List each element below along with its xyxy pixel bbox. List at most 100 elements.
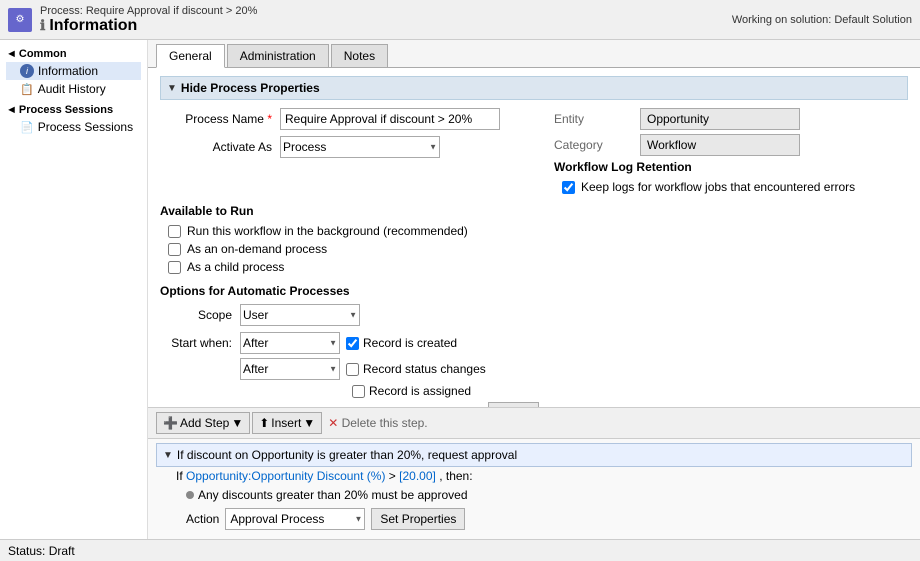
section-header-text: Hide Process Properties — [181, 81, 320, 95]
action-select[interactable]: Approval Process — [225, 508, 365, 530]
insert-button[interactable]: ⬆ Insert ▼ — [252, 412, 322, 434]
run-bg-checkbox[interactable] — [168, 225, 181, 238]
sidebar-process-sessions-item-label: Process Sessions — [38, 120, 133, 134]
add-step-button[interactable]: ➕ Add Step ▼ — [156, 412, 250, 434]
add-step-label: Add Step — [180, 416, 229, 430]
insert-icon: ⬆ — [259, 416, 269, 430]
keep-logs-checkbox[interactable] — [562, 181, 575, 194]
start-when-row-2: After Record status changes — [160, 358, 908, 380]
sub-step-text: Any discounts greater than 20% must be a… — [198, 488, 468, 502]
on-demand-label: As an on-demand process — [187, 242, 327, 256]
header-left: ⚙ Process: Require Approval if discount … — [8, 5, 257, 35]
after-select-wrapper-1: After — [240, 332, 340, 354]
header-process-name: Process: Require Approval if discount > … — [40, 5, 257, 17]
options-section: Options for Automatic Processes Scope Us… — [160, 284, 908, 407]
options-title: Options for Automatic Processes — [160, 284, 908, 298]
process-name-row: Process Name — [160, 108, 514, 130]
status-label: Status: Draft — [8, 544, 75, 558]
process-name-input[interactable] — [280, 108, 500, 130]
form-content: ▼ Hide Process Properties Process Name A… — [148, 68, 920, 407]
form-two-col: Process Name Activate As Process — [160, 108, 908, 196]
record-status-label: Record status changes — [363, 362, 486, 376]
action-label: Action — [186, 512, 219, 526]
workflow-step-1: ▼ If discount on Opportunity is greater … — [156, 443, 912, 533]
condition-suffix: , then: — [439, 469, 472, 483]
workflow-step-text: If discount on Opportunity is greater th… — [177, 448, 517, 462]
process-name-label: Process Name — [160, 112, 280, 126]
scope-row: Scope User — [160, 304, 908, 326]
sidebar-process-sessions-section: ◄ Process Sessions 📄 Process Sessions — [0, 100, 147, 138]
scope-select[interactable]: User — [240, 304, 360, 326]
workflow-toolbar: ➕ Add Step ▼ ⬆ Insert ▼ ✕ Delete this st… — [148, 408, 920, 439]
header: ⚙ Process: Require Approval if discount … — [0, 0, 920, 40]
category-value: Workflow — [640, 134, 800, 156]
record-assigned-checkbox[interactable] — [352, 385, 365, 398]
insert-label: Insert — [271, 416, 301, 430]
after-select-wrapper-2: After — [240, 358, 340, 380]
tab-notes[interactable]: Notes — [331, 44, 388, 67]
entity-row: Entity Opportunity — [554, 108, 908, 130]
workflow-step-header[interactable]: ▼ If discount on Opportunity is greater … — [156, 443, 912, 467]
activate-as-select[interactable]: Process — [280, 136, 440, 158]
workflow-area: ➕ Add Step ▼ ⬆ Insert ▼ ✕ Delete this st… — [148, 407, 920, 539]
sidebar-item-audit-history[interactable]: 📋 Audit History — [6, 80, 141, 98]
delete-label: Delete this step. — [342, 416, 428, 430]
workflow-steps: ▼ If discount on Opportunity is greater … — [148, 439, 920, 539]
audit-history-icon: 📋 — [20, 83, 34, 96]
process-sessions-arrow-icon: ◄ — [6, 104, 17, 116]
step-arrow-icon: ▼ — [163, 450, 173, 461]
workflow-log-title: Workflow Log Retention — [554, 160, 908, 174]
insert-arrow-icon: ▼ — [303, 416, 315, 430]
tab-administration[interactable]: Administration — [227, 44, 329, 67]
status-bar: Status: Draft — [0, 539, 920, 561]
common-arrow-icon: ◄ — [6, 48, 17, 60]
workflow-condition: If Opportunity:Opportunity Discount (%) … — [156, 467, 912, 485]
information-icon: i — [20, 64, 34, 78]
add-step-icon: ➕ — [163, 416, 178, 430]
sidebar-process-sessions-label: Process Sessions — [19, 104, 113, 116]
category-row: Category Workflow — [554, 134, 908, 156]
tab-general[interactable]: General — [156, 44, 225, 68]
activate-as-label: Activate As — [160, 140, 280, 154]
sidebar-common-title: ◄ Common — [6, 48, 141, 60]
section-header-hide-process[interactable]: ▼ Hide Process Properties — [160, 76, 908, 100]
record-created-checkbox-row: Record is created — [346, 336, 457, 350]
condition-link-1[interactable]: Opportunity:Opportunity Discount (%) — [186, 469, 385, 483]
after-select-2[interactable]: After — [240, 358, 340, 380]
header-title: Information — [49, 17, 137, 35]
form-col-right: Entity Opportunity Category Workflow Wor… — [534, 108, 908, 196]
condition-link-2[interactable]: [20.00] — [399, 469, 436, 483]
after-select-1[interactable]: After — [240, 332, 340, 354]
workflow-log-section: Workflow Log Retention Keep logs for wor… — [554, 160, 908, 196]
child-process-row: As a child process — [160, 258, 908, 276]
header-info: ℹ Information — [40, 17, 257, 35]
activate-as-row: Activate As Process — [160, 136, 514, 158]
action-select-wrapper: Approval Process — [225, 508, 365, 530]
scope-select-wrapper: User — [240, 304, 360, 326]
child-process-checkbox[interactable] — [168, 261, 181, 274]
keep-logs-row: Keep logs for workflow jobs that encount… — [554, 178, 908, 196]
delete-step-button[interactable]: ✕ Delete this step. — [324, 414, 431, 432]
sidebar-audit-history-label: Audit History — [38, 82, 106, 96]
entity-label: Entity — [554, 112, 634, 126]
record-created-checkbox[interactable] — [346, 337, 359, 350]
content: General Administration Notes ▼ Hide Proc… — [148, 40, 920, 539]
form-col-left: Process Name Activate As Process — [160, 108, 514, 196]
available-to-run-title: Available to Run — [160, 204, 908, 218]
add-step-arrow-icon: ▼ — [231, 416, 243, 430]
record-assigned-checkbox-row: Record is assigned — [352, 384, 471, 398]
start-when-label: Start when: — [160, 336, 240, 350]
tabs: General Administration Notes — [148, 40, 920, 68]
delete-icon: ✕ — [328, 416, 338, 430]
info-icon: ℹ — [40, 17, 45, 34]
on-demand-checkbox[interactable] — [168, 243, 181, 256]
sidebar-item-process-sessions[interactable]: 📄 Process Sessions — [6, 118, 141, 136]
process-icon: ⚙ — [8, 8, 32, 32]
main-layout: ◄ Common i Information 📋 Audit History ◄… — [0, 40, 920, 539]
sidebar-process-sessions-title: ◄ Process Sessions — [6, 104, 141, 116]
set-properties-button[interactable]: Set Properties — [371, 508, 465, 530]
start-when-row-3: Record is assigned — [160, 384, 908, 398]
condition-prefix: If — [176, 469, 183, 483]
sidebar-item-information[interactable]: i Information — [6, 62, 141, 80]
record-status-checkbox[interactable] — [346, 363, 359, 376]
